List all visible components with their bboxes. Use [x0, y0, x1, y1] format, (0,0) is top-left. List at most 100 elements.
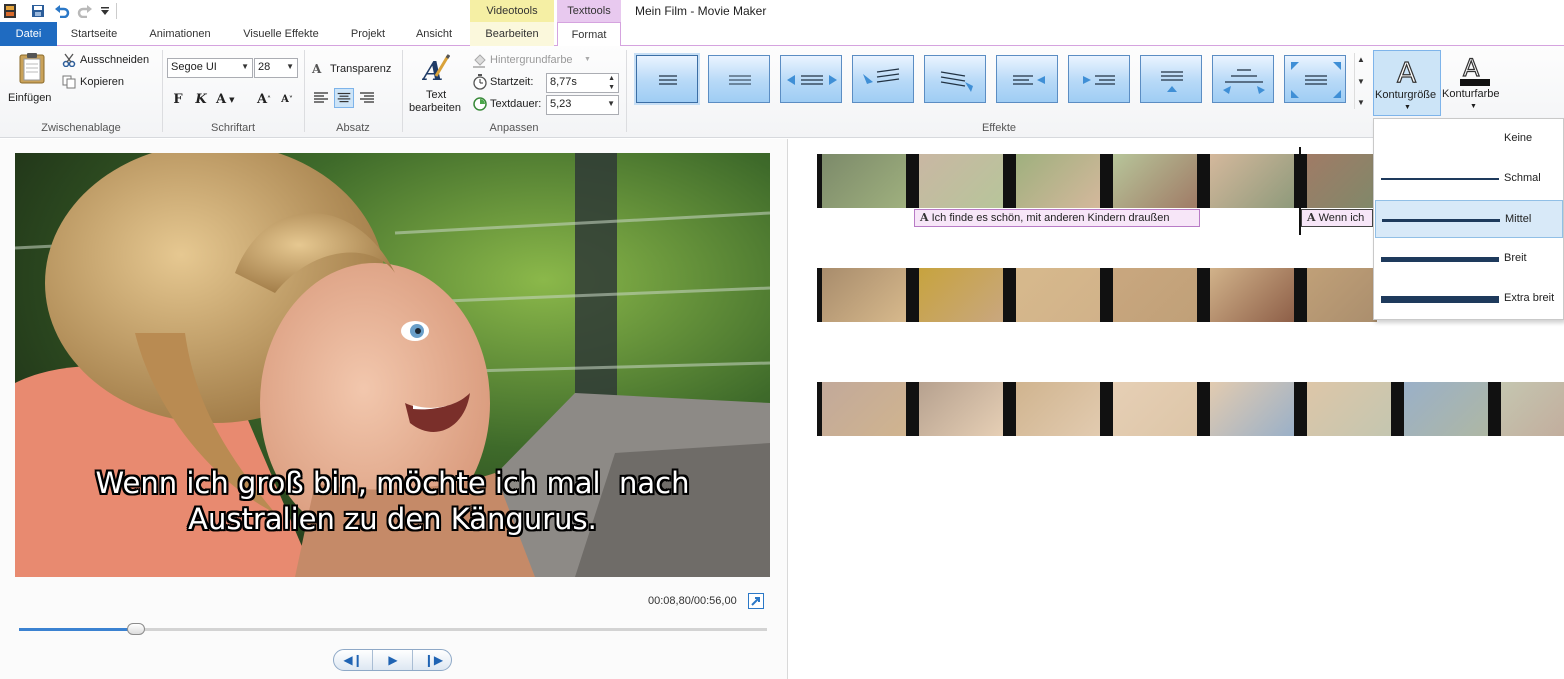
undo-icon[interactable] [54, 3, 70, 19]
timecode: 00:08,80/00:56,00 [648, 595, 737, 607]
previous-frame-button[interactable]: ◀❙ [334, 650, 373, 670]
tab-datei[interactable]: Datei [0, 22, 57, 46]
video-preview[interactable]: Wenn ich groß bin, möchte ich mal nach A… [15, 153, 770, 577]
clip-frame [1501, 382, 1564, 436]
play-button[interactable]: ▶ [374, 650, 413, 670]
italic-button[interactable]: K [191, 89, 211, 109]
copy-button[interactable]: Kopieren [62, 74, 158, 92]
outline-option[interactable]: Mittel [1375, 200, 1563, 238]
tab-visuelle-effekte[interactable]: Visuelle Effekte [230, 22, 332, 46]
start-time-input[interactable]: 8,77s ▲ ▼ [546, 73, 619, 93]
tab-animationen[interactable]: Animationen [134, 22, 226, 46]
arrow-up-icon: ˄ [267, 94, 272, 104]
text-caption-clip-2[interactable]: A Wenn ich [1301, 209, 1373, 227]
clip-frame [1113, 382, 1197, 436]
effect-thumbnail[interactable] [852, 55, 914, 103]
outline-size-button[interactable]: A Konturgröße ▼ [1373, 50, 1441, 116]
effect-preview-icon [787, 75, 837, 85]
effect-preview-icon [1161, 71, 1183, 92]
next-frame-button[interactable]: ❙▶ [414, 650, 453, 670]
font-color-button[interactable]: A ▼ [216, 89, 248, 109]
effect-thumbnail[interactable] [634, 53, 700, 105]
clip-strip-3[interactable] [817, 382, 1564, 436]
font-family-select[interactable]: Segoe UI ▼ [167, 58, 253, 78]
background-color-button[interactable]: Hintergrundfarbe ▼ [472, 53, 622, 69]
duration-input[interactable]: 5,23 ▼ [546, 95, 619, 115]
group-label-clipboard: Zwischenablage [41, 122, 121, 134]
align-center-button[interactable] [334, 88, 354, 108]
clip-frame [822, 154, 906, 208]
copy-label: Kopieren [80, 76, 125, 88]
outline-option[interactable]: Extra breit [1375, 280, 1563, 318]
caption-clip-2-text: Wenn ich [1318, 212, 1365, 224]
tab-ansicht[interactable]: Ansicht [402, 22, 466, 46]
edit-text-button[interactable]: A Text bearbeiten [406, 50, 466, 118]
spinner-icon[interactable]: ▲ ▼ [608, 74, 615, 92]
align-left-button[interactable] [311, 88, 331, 108]
customize-qat-icon[interactable] [97, 3, 113, 19]
effect-thumbnail[interactable] [1140, 55, 1202, 103]
expand-icon [750, 595, 762, 607]
app-menu-icon[interactable] [2, 3, 18, 19]
clip-frame [1307, 268, 1377, 322]
clip-frame [822, 382, 906, 436]
effect-thumbnail[interactable] [708, 55, 770, 103]
tab-format[interactable]: Format [557, 22, 621, 47]
outline-option[interactable]: Keine [1375, 120, 1563, 158]
shrink-font-button[interactable]: A ˅ [277, 89, 297, 109]
edit-text-icon: A [422, 54, 450, 84]
outline-color-button[interactable]: A Konturfarbe ▼ [1442, 50, 1506, 116]
scroll-down-icon[interactable]: ▼ [1357, 77, 1365, 86]
cut-button[interactable]: Ausschneiden [62, 52, 158, 70]
clip-strip-1[interactable] [817, 154, 1377, 208]
video-caption: Wenn ich groß bin, möchte ich mal nach A… [15, 465, 770, 537]
outline-size-dropdown: Keine Schmal Mittel Breit Extra breit [1373, 118, 1564, 320]
seek-thumb[interactable] [127, 623, 146, 635]
effect-thumbnail[interactable] [996, 55, 1058, 103]
start-time-value: 8,77s [550, 76, 577, 88]
text-caption-clip-1[interactable]: A Ich finde es schön, mit anderen Kinder… [914, 209, 1200, 227]
chevron-down-icon[interactable]: ▼ [607, 99, 615, 108]
effect-thumbnail[interactable] [780, 55, 842, 103]
clip-frame [1113, 154, 1197, 208]
caption-line-1: Wenn ich groß bin, möchte ich mal nach [95, 466, 690, 500]
outline-color-icon: A [1460, 54, 1490, 86]
start-time-icon [473, 74, 487, 90]
outline-option[interactable]: Schmal [1375, 160, 1563, 198]
save-icon[interactable] [30, 3, 46, 19]
effect-thumbnail[interactable] [1212, 55, 1274, 103]
effect-preview-icon [1291, 62, 1341, 98]
edit-text-label-line1: Text [426, 89, 447, 101]
scroll-up-icon[interactable]: ▲ [1357, 55, 1365, 64]
group-label-effects: Effekte [981, 122, 1017, 134]
caption-line-2: Australien zu den Kängurus. [188, 502, 597, 536]
playback-controls: ◀❙ ▶ ❙▶ [333, 649, 452, 671]
grow-font-button[interactable]: A ˄ [254, 89, 274, 109]
gallery-scroll[interactable]: ▲ ▼ ▼ [1354, 53, 1367, 109]
outline-option[interactable]: Breit [1375, 240, 1563, 278]
clip-frame [919, 268, 1003, 322]
effect-thumbnail[interactable] [924, 55, 986, 103]
redo-icon[interactable] [77, 3, 93, 19]
effect-thumbnail[interactable] [1068, 55, 1130, 103]
font-size-select[interactable]: 28 ▼ [254, 58, 298, 78]
playhead[interactable] [1299, 147, 1301, 235]
transparency-button[interactable]: A Transparenz [312, 61, 398, 79]
tab-projekt[interactable]: Projekt [336, 22, 400, 46]
fullscreen-button[interactable] [748, 593, 764, 609]
clip-frame [1210, 268, 1294, 322]
gallery-more-icon[interactable]: ▼ [1357, 98, 1365, 107]
tab-bearbeiten[interactable]: Bearbeiten [470, 22, 554, 46]
caption-a-icon: A [920, 211, 929, 224]
effect-thumbnail[interactable] [1284, 55, 1346, 103]
clip-strip-2[interactable] [817, 268, 1377, 322]
chevron-down-icon: ▼ [241, 62, 249, 71]
paste-button[interactable]: Einfügen [4, 50, 58, 106]
shrink-font-glyph: A [281, 93, 289, 105]
align-right-button[interactable] [357, 88, 377, 108]
qat-divider [116, 3, 117, 19]
bold-button[interactable]: F [168, 89, 188, 109]
title-bar: Videotools Texttools Mein Film - Movie M… [0, 0, 1564, 22]
tab-startseite[interactable]: Startseite [58, 22, 130, 46]
outline-size-label: Konturgröße [1375, 89, 1437, 101]
